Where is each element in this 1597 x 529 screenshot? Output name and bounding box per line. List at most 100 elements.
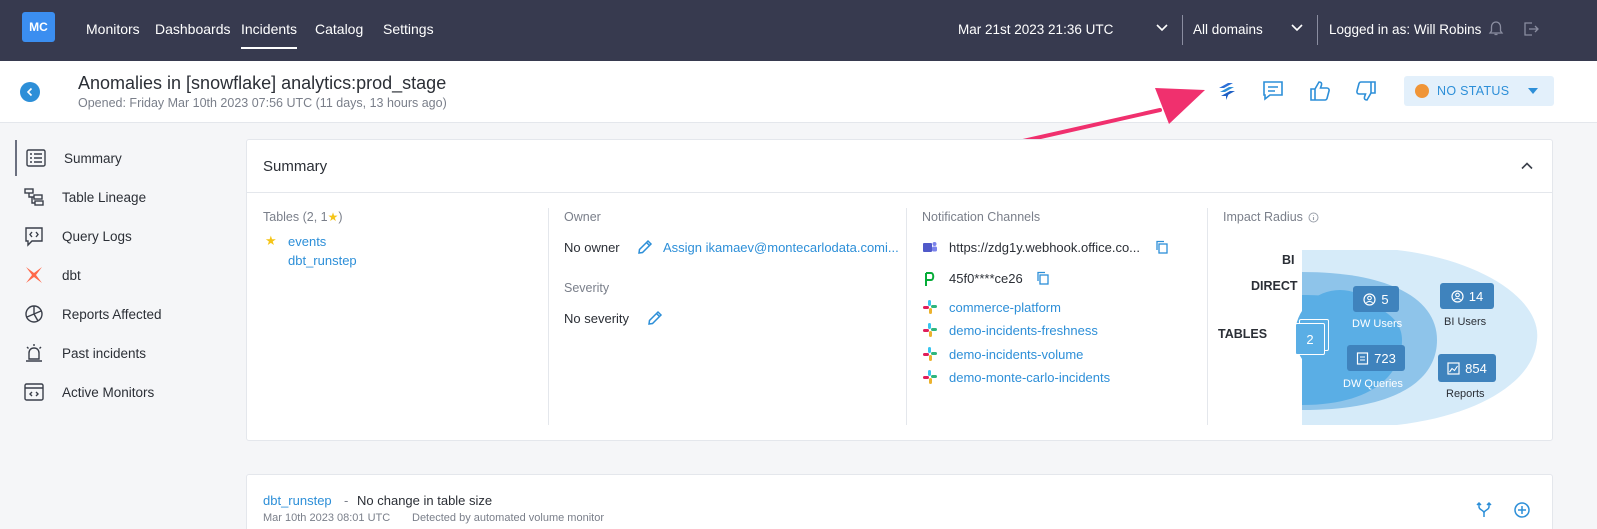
info-icon[interactable] (1308, 212, 1319, 223)
logged-in-user: Logged in as: Will Robins (1329, 22, 1482, 37)
incident-header: Anomalies in [snowflake] analytics:prod_… (0, 61, 1597, 123)
query-icon (25, 227, 43, 247)
opened-timestamp: Opened: Friday Mar 10th 2023 07:56 UTC (… (78, 96, 447, 110)
bell-icon[interactable] (1487, 20, 1505, 38)
bi-users-chip[interactable]: 14 (1440, 283, 1494, 309)
sidebar-item-query-logs[interactable]: Query Logs (15, 218, 225, 254)
slack-channel-link[interactable]: demo-monte-carlo-incidents (949, 370, 1110, 385)
column-divider (1207, 208, 1208, 425)
slack-icon (923, 300, 937, 314)
assign-owner-link[interactable]: Assign ikamaev@montecarlodata.comi... (663, 240, 899, 255)
dw-users-count: 5 (1381, 291, 1389, 307)
sidebar-item-label: Active Monitors (62, 384, 155, 400)
severity-value: No severity (564, 311, 630, 326)
slack-icon (923, 370, 937, 384)
domain-selector-value[interactable]: All domains (1193, 22, 1263, 37)
slack-channel-link[interactable]: commerce-platform (949, 300, 1061, 315)
page-title: Anomalies in [snowflake] analytics:prod_… (78, 73, 447, 93)
nav-settings[interactable]: Settings (383, 21, 434, 37)
webhook-url: https://zdg1y.webhook.office.co... (949, 240, 1141, 255)
dw-users-chip[interactable]: 5 (1353, 286, 1399, 312)
sidebar-item-reports-affected[interactable]: Reports Affected (15, 296, 225, 332)
slack-icon (923, 323, 937, 337)
sql-icon (1357, 351, 1369, 365)
bi-users-label: BI Users (1444, 316, 1487, 328)
nav-dashboards[interactable]: Dashboards (155, 21, 231, 37)
event-message: No change in table size (357, 493, 493, 508)
divider (1182, 15, 1183, 45)
top-navigation-bar: MC Monitors Dashboards Incidents Catalog… (0, 0, 1597, 61)
alarm-icon (26, 344, 42, 362)
summary-card-header[interactable]: Summary (247, 140, 1552, 193)
caret-down-icon (1528, 88, 1538, 94)
dw-users-label: DW Users (1352, 318, 1403, 330)
logout-icon[interactable] (1522, 20, 1540, 38)
owner-header: Owner (564, 210, 601, 224)
back-button[interactable] (20, 82, 40, 102)
pie-chart-icon (25, 305, 43, 323)
thumbs-up-icon[interactable] (1308, 79, 1332, 103)
dw-queries-count: 723 (1374, 350, 1396, 366)
branch-icon[interactable] (1475, 501, 1493, 519)
slack-icon (923, 347, 937, 361)
table-link-dbt-runstep[interactable]: dbt_runstep (288, 253, 357, 268)
nav-monitors[interactable]: Monitors (86, 21, 140, 37)
sidebar-item-past-incidents[interactable]: Past incidents (15, 335, 225, 371)
table-link-events[interactable]: events (288, 234, 326, 249)
owner-value: No owner (564, 240, 620, 255)
nav-incidents[interactable]: Incidents (241, 21, 298, 49)
chevron-down-icon[interactable] (1155, 20, 1169, 34)
event-dash: - (344, 493, 349, 508)
tables-count-label: Tables (2, 1 (263, 210, 328, 224)
nav-catalog[interactable]: Catalog (315, 21, 363, 37)
chart-icon (1447, 361, 1460, 375)
comment-icon[interactable] (1261, 79, 1285, 103)
chevron-down-icon[interactable] (1290, 20, 1304, 34)
tables-count-label-end: ) (338, 210, 343, 224)
impact-radius-label: Impact Radius (1223, 210, 1303, 224)
event-table-link[interactable]: dbt_runstep (263, 493, 332, 508)
sidebar-item-table-lineage[interactable]: Table Lineage (15, 179, 225, 215)
chevron-up-icon[interactable] (1520, 159, 1534, 173)
sidebar-item-label: Table Lineage (62, 189, 147, 205)
user-icon (1451, 289, 1464, 303)
impact-level-tables: TABLES (1218, 327, 1268, 341)
jira-icon[interactable] (1215, 79, 1239, 103)
dbt-icon (26, 267, 42, 283)
thumbs-down-icon[interactable] (1354, 79, 1378, 103)
status-indicator (1415, 84, 1429, 98)
tables-count: 2 (1295, 323, 1325, 355)
app-logo[interactable]: MC (22, 12, 55, 42)
date-selector-value[interactable]: Mar 21st 2023 21:36 UTC (958, 22, 1113, 37)
pencil-icon[interactable] (646, 309, 664, 327)
impact-level-bi: BI (1282, 253, 1295, 267)
slack-channel-link[interactable]: demo-incidents-freshness (949, 323, 1098, 338)
pencil-icon[interactable] (636, 238, 654, 256)
tables-count-badge[interactable]: 2 (1295, 319, 1329, 355)
sidebar-item-summary[interactable]: Summary (15, 140, 225, 176)
add-icon[interactable] (1513, 501, 1531, 519)
status-label: NO STATUS (1437, 84, 1510, 98)
summary-card: Summary Tables (2, 1 ★ ) ★ events dbt_ru… (246, 139, 1553, 441)
copy-icon[interactable] (1155, 240, 1169, 254)
sidebar-item-dbt[interactable]: dbt (15, 257, 225, 293)
sidebar-item-label: Summary (64, 150, 122, 166)
user-icon (1363, 292, 1376, 306)
lineage-icon (24, 188, 44, 206)
monitor-icon (24, 383, 44, 401)
sidebar-item-active-monitors[interactable]: Active Monitors (15, 374, 225, 410)
dw-queries-chip[interactable]: 723 (1347, 345, 1405, 371)
event-detector: Detected by automated volume monitor (412, 512, 604, 524)
column-divider (906, 208, 907, 425)
impact-radius-header: Impact Radius (1223, 210, 1319, 224)
pagerduty-key: 45f0****ce26 (949, 271, 1023, 286)
list-icon (26, 149, 46, 167)
teams-icon (923, 242, 937, 252)
reports-chip[interactable]: 854 (1438, 354, 1496, 382)
status-dropdown[interactable]: NO STATUS (1404, 76, 1554, 106)
pagerduty-icon (925, 272, 935, 286)
sidebar-item-label: Reports Affected (62, 306, 162, 322)
slack-channel-link[interactable]: demo-incidents-volume (949, 347, 1083, 362)
copy-icon[interactable] (1036, 271, 1050, 285)
tables-header: Tables (2, 1 ★ ) (263, 210, 343, 224)
